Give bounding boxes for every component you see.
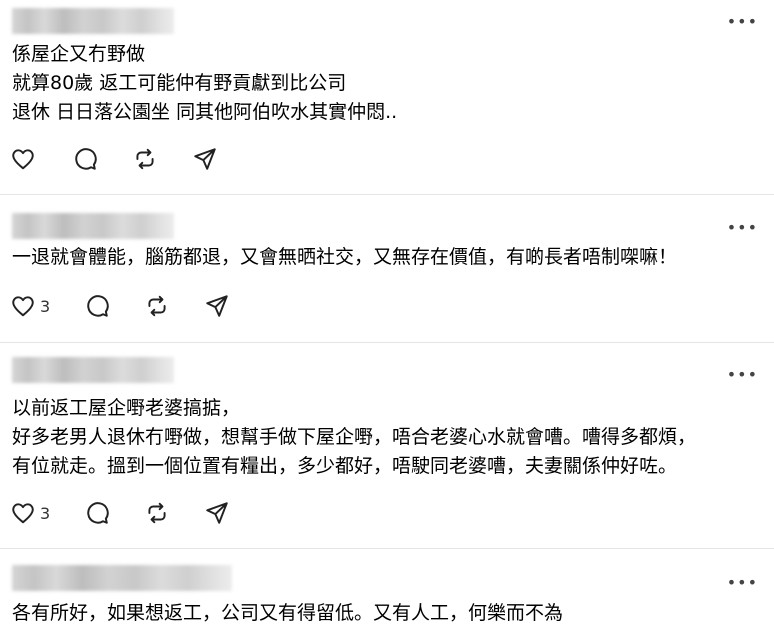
blurred-username <box>12 8 174 34</box>
share-icon <box>206 502 228 524</box>
repost-icon <box>148 295 166 317</box>
repost-button[interactable] <box>144 293 204 319</box>
like-button[interactable] <box>10 146 72 172</box>
repost-icon <box>136 148 154 170</box>
comment-button[interactable] <box>84 500 144 526</box>
more-options-button[interactable]: ••• <box>727 575 758 591</box>
heart-icon <box>12 296 34 317</box>
post-3: ••• 以前返工屋企嘢老婆搞掂， 好多老男人退休冇嘢做，想幫手做下屋企嘢，唔合老… <box>0 343 774 548</box>
post-4: ••• 各有所好，如果想返工，公司又有得留低。又有人工，何樂而不為 <box>0 549 774 642</box>
comment-icon <box>87 502 109 524</box>
blurred-username <box>12 357 174 383</box>
post-text-line: 各有所好，如果想返工，公司又有得留低。又有人工，何樂而不為 <box>12 602 564 624</box>
heart-icon <box>12 503 34 524</box>
post-text-line: 就算80歲 返工可能仲有野貢獻到比公司 <box>12 72 347 94</box>
post-text-line: 以前返工屋企嘢老婆搞掂， <box>12 397 241 419</box>
like-button[interactable]: 3 <box>10 293 84 319</box>
comment-button[interactable] <box>84 293 144 319</box>
share-button[interactable] <box>204 293 244 319</box>
like-count: 3 <box>40 503 51 523</box>
share-button[interactable] <box>204 500 244 526</box>
action-bar <box>10 145 232 173</box>
heart-icon <box>12 149 34 170</box>
action-bar: 3 <box>10 292 244 320</box>
repost-button[interactable] <box>132 146 192 172</box>
comment-button[interactable] <box>72 146 132 172</box>
blurred-username <box>12 213 174 239</box>
post-text-line: 退休 日日落公園坐 同其他阿伯吹水其實仲悶.. <box>12 101 398 123</box>
action-bar: 3 <box>10 499 244 527</box>
post-2: ••• 一退就會體能，腦筋都退，又會無晒社交，又無存在價值，有啲長者唔制㗎嘛！ … <box>0 195 774 342</box>
blurred-username <box>12 565 232 591</box>
repost-button[interactable] <box>144 500 204 526</box>
like-count: 3 <box>40 296 51 316</box>
more-options-button[interactable]: ••• <box>727 220 758 236</box>
more-options-button[interactable]: ••• <box>727 367 758 383</box>
share-icon <box>194 148 216 170</box>
comment-icon <box>87 295 109 317</box>
post-text-line: 有位就走。搵到一個位置有糧出，多少都好，唔駛同老婆嘈，夫妻關係仲好咗。 <box>12 455 678 477</box>
share-icon <box>206 295 228 317</box>
like-button[interactable]: 3 <box>10 500 84 526</box>
share-button[interactable] <box>192 146 232 172</box>
post-text-line: 一退就會體能，腦筋都退，又會無晒社交，又無存在價值，有啲長者唔制㗎嘛！ <box>12 246 678 268</box>
post-1: ••• 係屋企又冇野做 就算80歲 返工可能仲有野貢獻到比公司 退休 日日落公園… <box>0 0 774 194</box>
post-text-line: 好多老男人退休冇嘢做，想幫手做下屋企嘢，唔合老婆心水就會嘈。嘈得多都煩， <box>12 426 697 448</box>
post-text-line: 係屋企又冇野做 <box>12 43 146 65</box>
more-options-button[interactable]: ••• <box>727 14 758 30</box>
comment-icon <box>75 148 97 170</box>
repost-icon <box>148 502 166 524</box>
